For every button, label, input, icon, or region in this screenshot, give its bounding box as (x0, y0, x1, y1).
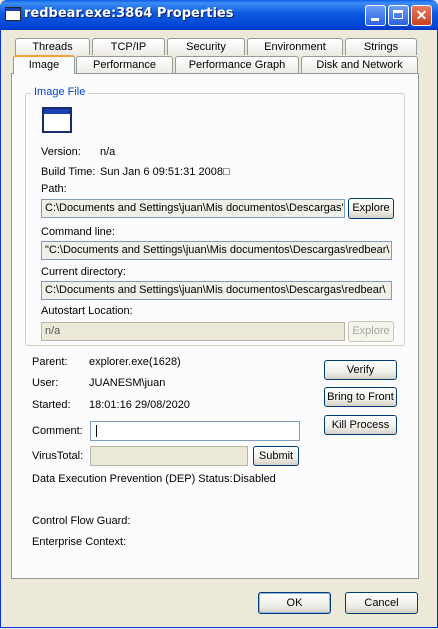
maximize-button[interactable] (388, 5, 409, 26)
executable-icon (42, 107, 72, 133)
close-icon: ✕ (415, 7, 428, 23)
comment-label: Comment: (32, 425, 83, 437)
control-flow-guard-label: Control Flow Guard: (32, 515, 131, 527)
tab-security[interactable]: Security (167, 38, 245, 55)
command-line-field[interactable]: "C:\Documents and Settings\juan\Mis docu… (41, 241, 392, 260)
build-time-label: Build Time: (41, 166, 96, 178)
tab-threads[interactable]: Threads (15, 38, 90, 55)
tab-environment[interactable]: Environment (247, 38, 343, 55)
autostart-location-label: Autostart Location: (41, 305, 133, 317)
tab-disk-and-network[interactable]: Disk and Network (301, 56, 418, 73)
current-directory-label: Current directory: (41, 266, 126, 278)
user-value: JUANESM\juan (89, 377, 166, 389)
title-bar[interactable]: redbear.exe:3864 Properties ✕ (0, 0, 438, 30)
minimize-icon (371, 18, 379, 21)
tab-strings[interactable]: Strings (345, 38, 417, 55)
autostart-location-field: n/a (41, 322, 345, 341)
close-button[interactable]: ✕ (411, 5, 432, 26)
minimize-button[interactable] (365, 5, 386, 26)
tab-performance-graph[interactable]: Performance Graph (175, 56, 299, 73)
virustotal-field (90, 446, 248, 466)
text-caret (96, 425, 97, 437)
current-directory-field[interactable]: C:\Documents and Settings\juan\Mis docum… (41, 281, 392, 300)
app-window-icon (5, 7, 21, 21)
path-field[interactable]: C:\Documents and Settings\juan\Mis docum… (41, 199, 345, 218)
image-file-group-label: Image File (31, 86, 89, 98)
tab-performance[interactable]: Performance (76, 56, 173, 73)
parent-label: Parent: (32, 356, 68, 368)
started-value: 18:01:16 29/08/2020 (89, 399, 190, 411)
comment-input[interactable] (90, 421, 300, 441)
kill-process-button[interactable]: Kill Process (324, 415, 397, 435)
tab-image[interactable]: Image (13, 55, 75, 74)
dep-status-label: Data Execution Prevention (DEP) Status: (32, 473, 233, 485)
bring-to-front-button[interactable]: Bring to Front (324, 387, 397, 407)
enterprise-context-label: Enterprise Context: (32, 536, 127, 548)
window-title: redbear.exe:3864 Properties (24, 6, 234, 21)
user-label: User: (32, 377, 59, 389)
tab-tcpip[interactable]: TCP/IP (92, 38, 165, 55)
ok-button[interactable]: OK (258, 592, 331, 614)
autostart-explore-button: Explore (348, 321, 394, 342)
virustotal-label: VirusTotal: (32, 450, 84, 462)
path-explore-button[interactable]: Explore (348, 198, 394, 219)
version-value: n/a (100, 146, 116, 158)
verify-button[interactable]: Verify (324, 360, 397, 380)
version-label: Version: (41, 146, 81, 158)
submit-button[interactable]: Submit (253, 446, 299, 466)
command-line-label: Command line: (41, 226, 115, 238)
path-label: Path: (41, 183, 67, 195)
dep-status-value: Disabled (233, 473, 276, 485)
build-time-value: Sun Jan 6 09:51:31 2008□ (100, 166, 230, 178)
parent-value: explorer.exe(1628) (89, 356, 181, 368)
cancel-button[interactable]: Cancel (345, 592, 418, 614)
started-label: Started: (32, 399, 71, 411)
maximize-icon (393, 10, 403, 19)
